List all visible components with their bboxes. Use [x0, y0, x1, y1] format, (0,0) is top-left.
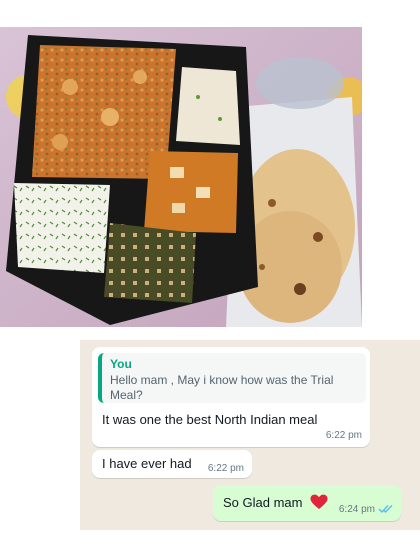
message-text-row: So Glad mam — [223, 494, 328, 510]
message-time: 6:24 pm — [338, 504, 375, 515]
message-time: 6:22 pm — [207, 463, 244, 474]
quoted-reply[interactable]: You Hello mam , May i know how was the T… — [98, 353, 366, 403]
quoted-reply-author: You — [110, 357, 132, 371]
meal-tray-illustration — [0, 27, 362, 327]
message-text: It was one the best North Indian meal — [102, 412, 318, 427]
double-check-read-icon — [378, 505, 393, 514]
quoted-reply-text: Hello mam , May i know how was the Trial… — [110, 373, 334, 402]
red-heart-icon — [310, 494, 328, 509]
incoming-message-bubble[interactable]: I have ever had 6:22 pm — [92, 450, 252, 478]
incoming-message-bubble[interactable]: You Hello mam , May i know how was the T… — [92, 347, 370, 447]
chat-screenshot: You Hello mam , May i know how was the T… — [80, 340, 420, 530]
message-time: 6:22 pm — [325, 430, 362, 441]
meal-photo — [0, 27, 362, 327]
message-text: I have ever had — [102, 456, 192, 471]
message-text: So Glad mam — [223, 495, 303, 510]
outgoing-message-bubble[interactable]: So Glad mam 6:24 pm — [213, 485, 401, 521]
